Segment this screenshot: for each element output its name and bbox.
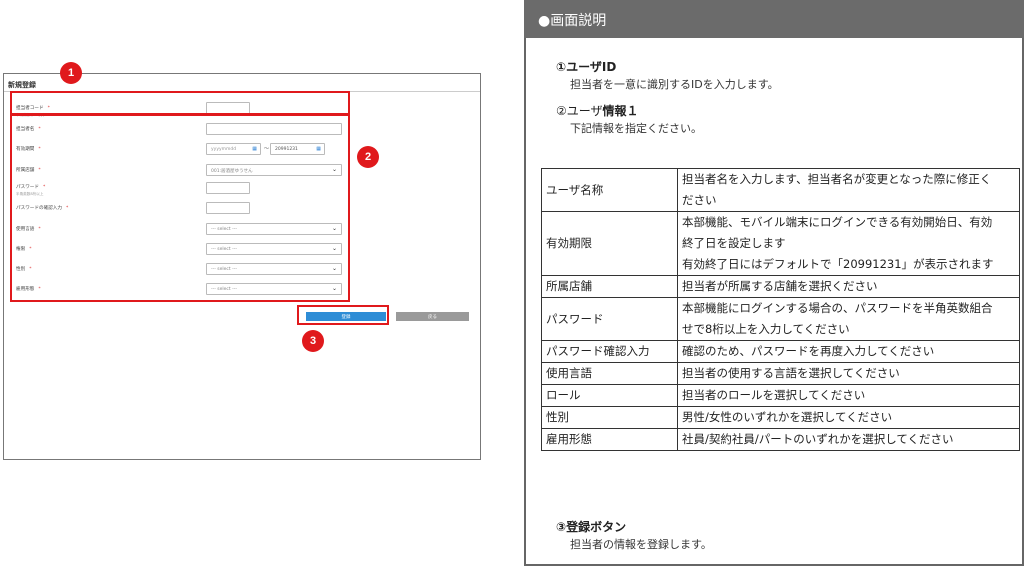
table-value: 男性/女性のいずれかを選択してください: [677, 406, 1020, 429]
section-3-title: ③登録ボタン: [556, 520, 627, 534]
table-key: 使用言語: [541, 362, 678, 385]
table-row: 使用言語 担当者の使用する言語を選択してください: [541, 362, 1020, 385]
highlight-user-info: [10, 114, 350, 302]
panel-header: ●画面説明: [524, 0, 1024, 38]
table-row: パスワード 本部機能にログインする場合の、パスワードを半角英数組合 せで8桁以上を…: [541, 297, 1020, 341]
callout-badge-2: 2: [357, 146, 379, 168]
table-value: 担当者のロールを選択してください: [677, 384, 1020, 407]
table-key: 所属店舗: [541, 275, 678, 298]
spec-table: ユーザ名称 担当者名を入力します、担当者名が変更となった際に修正く ださい 有効期…: [541, 168, 1020, 451]
table-key: ユーザ名称: [541, 168, 678, 212]
table-key: 性別: [541, 406, 678, 429]
callout-badge-1: 1: [60, 62, 82, 84]
table-key: 雇用形態: [541, 428, 678, 451]
section-3-desc: 担当者の情報を登録します。: [570, 538, 712, 551]
section-1-title: ①ユーザID: [556, 60, 617, 74]
table-row: ユーザ名称 担当者名を入力します、担当者名が変更となった際に修正く ださい: [541, 168, 1020, 212]
table-row: 有効期限 本部機能、モバイル端末にログインできる有効開始日、有効 終了日を設定しま…: [541, 211, 1020, 276]
table-value: 担当者名を入力します、担当者名が変更となった際に修正く ださい: [677, 168, 1020, 212]
table-value: 担当者の使用する言語を選択してください: [677, 362, 1020, 385]
table-value: 本部機能、モバイル端末にログインできる有効開始日、有効 終了日を設定します 有効終了…: [677, 211, 1020, 276]
highlight-register-button: [297, 305, 389, 325]
section-2-title: ②ユーザ情報１: [556, 104, 639, 118]
table-row: 所属店舗 担当者が所属する店舗を選択ください: [541, 275, 1020, 298]
table-row: ロール 担当者のロールを選択してください: [541, 384, 1020, 407]
table-key: パスワード確認入力: [541, 340, 678, 363]
back-button[interactable]: 戻る: [396, 312, 469, 321]
table-row: パスワード確認入力 確認のため、パスワードを再度入力してください: [541, 340, 1020, 363]
section-1-desc: 担当者を一意に識別するIDを入力します。: [570, 78, 779, 91]
explanation-panel: ●画面説明 ①ユーザID 担当者を一意に識別するIDを入力します。 ②ユーザ情報…: [524, 0, 1024, 566]
table-value: 社員/契約社員/パートのいずれかを選択してください: [677, 428, 1020, 451]
form-title: 新規登録: [8, 81, 36, 89]
table-key: 有効期限: [541, 211, 678, 276]
section-2-desc: 下記情報を指定ください。: [570, 122, 702, 135]
table-row: 性別 男性/女性のいずれかを選択してください: [541, 406, 1020, 429]
table-row: 雇用形態 社員/契約社員/パートのいずれかを選択してください: [541, 428, 1020, 451]
table-key: ロール: [541, 384, 678, 407]
highlight-user-id: [10, 91, 350, 115]
table-value: 確認のため、パスワードを再度入力してください: [677, 340, 1020, 363]
table-value: 担当者が所属する店舗を選択ください: [677, 275, 1020, 298]
table-key: パスワード: [541, 297, 678, 341]
table-value: 本部機能にログインする場合の、パスワードを半角英数組合 せで8桁以上を入力してくだ…: [677, 297, 1020, 341]
callout-badge-3: 3: [302, 330, 324, 352]
